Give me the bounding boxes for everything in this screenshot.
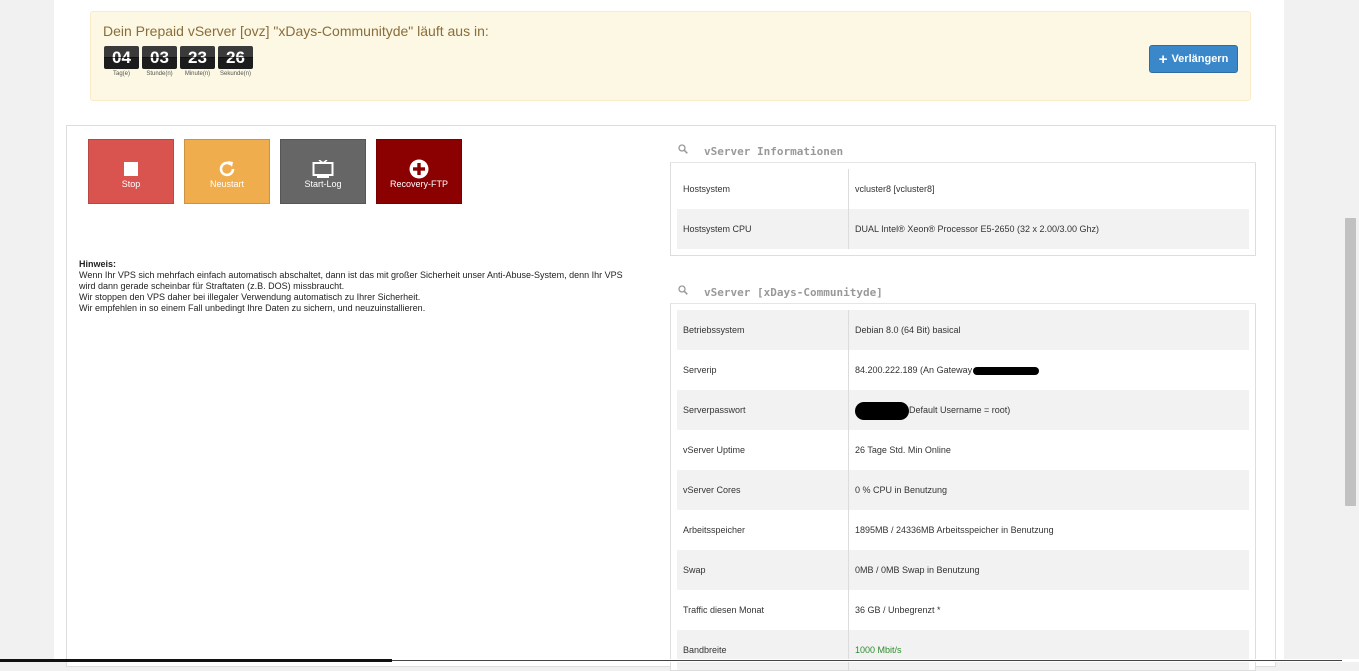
- vserver-section-title: vServer [xDays-Communityde]: [704, 286, 883, 299]
- table-row: Bandbreite 1000 Mbit/s: [677, 630, 1249, 670]
- row-value: vcluster8 [vcluster8]: [855, 184, 935, 194]
- stop-button-label: Stop: [121, 179, 141, 189]
- table-row: Traffic diesen Monat 36 GB / Unbegrenzt …: [677, 590, 1249, 630]
- row-value: Default Username = root): [855, 390, 1010, 430]
- row-value: 1000 Mbit/s: [855, 645, 902, 655]
- hint-text: Hinweis: Wenn Ihr VPS sich mehrfach einf…: [79, 259, 669, 314]
- row-key: Traffic diesen Monat: [683, 605, 765, 615]
- row-key: Hostsystem: [683, 184, 731, 194]
- expiry-alert-title: Dein Prepaid vServer [ovz] "xDays-Commun…: [103, 23, 489, 39]
- info-table: Hostsystem vcluster8 [vcluster8] Hostsys…: [670, 163, 1256, 256]
- redacted-password: [855, 401, 909, 420]
- expiry-alert: Dein Prepaid vServer [ovz] "xDays-Commun…: [90, 11, 1251, 101]
- search-icon: [678, 285, 688, 295]
- stop-button[interactable]: Stop: [88, 139, 174, 204]
- countdown-minutes-value: 23: [180, 46, 215, 69]
- start-log-button[interactable]: Start-Log: [280, 139, 366, 204]
- row-key: vServer Cores: [683, 485, 741, 495]
- hint-line: Wir stoppen den VPS daher bei illegaler …: [79, 292, 421, 302]
- countdown-minutes-label: Minute(n): [184, 71, 211, 77]
- redacted-gateway: [973, 366, 1040, 375]
- row-key: Hostsystem CPU: [683, 224, 752, 234]
- row-value: 1895MB / 24336MB Arbeitsspeicher in Benu…: [855, 525, 1054, 535]
- countdown-seconds-label: Sekunde(n): [219, 71, 252, 77]
- countdown-days-value: 04: [104, 46, 139, 69]
- countdown-hours: 03 Stunde(n): [142, 46, 177, 77]
- password-hint-text: Default Username = root): [909, 405, 1011, 415]
- row-value: 26 Tage Std. Min Online: [855, 445, 951, 455]
- table-row: Arbeitsspeicher 1895MB / 24336MB Arbeits…: [677, 510, 1249, 550]
- extend-button[interactable]: + Verlängern: [1149, 45, 1238, 73]
- info-section-title: vServer Informationen: [704, 145, 844, 158]
- countdown-days-label: Tag(e): [112, 71, 130, 77]
- row-key: Swap: [683, 565, 706, 575]
- recovery-ftp-button[interactable]: Recovery-FTP: [376, 139, 462, 204]
- recovery-ftp-button-label: Recovery-FTP: [389, 179, 448, 189]
- countdown-hours-value: 03: [142, 46, 177, 69]
- restart-button[interactable]: Neustart: [184, 139, 270, 204]
- table-row: Betriebssystem Debian 8.0 (64 Bit) basic…: [677, 310, 1249, 350]
- table-row: Serverpasswort Default Username = root): [677, 390, 1249, 430]
- restart-button-label: Neustart: [209, 179, 244, 189]
- countdown-days: 04 Tag(e): [104, 46, 139, 77]
- row-key: Betriebssystem: [683, 325, 745, 335]
- table-row: vServer Cores 0 % CPU in Benutzung: [677, 470, 1249, 510]
- row-value: 0 % CPU in Benutzung: [855, 485, 948, 495]
- row-key: Serverpasswort: [683, 405, 746, 415]
- server-ip-text: 84.200.222.189 (An Gateway: [855, 365, 973, 375]
- row-value: 84.200.222.189 (An Gateway: [855, 350, 1040, 390]
- vserver-table: Betriebssystem Debian 8.0 (64 Bit) basic…: [670, 304, 1256, 671]
- vserver-section-header: vServer [xDays-Communityde]: [670, 281, 1256, 304]
- row-value: 36 GB / Unbegrenzt *: [855, 605, 941, 615]
- plus-icon: +: [1158, 50, 1168, 68]
- extend-button-label: Verlängern: [1171, 53, 1229, 65]
- countdown-hours-label: Stunde(n): [146, 71, 173, 77]
- row-value: 0MB / 0MB Swap in Benutzung: [855, 565, 980, 575]
- table-row: vServer Uptime 26 Tage Std. Min Online: [677, 430, 1249, 470]
- countdown-minutes: 23 Minute(n): [180, 46, 215, 77]
- hint-line: Wir empfehlen in so einem Fall unbedingt…: [79, 303, 426, 313]
- scrollbar-thumb[interactable]: [1345, 218, 1356, 506]
- countdown: 04 Tag(e) 03 Stunde(n) 23 Minute(n) 26 S…: [104, 46, 253, 77]
- info-section-header: vServer Informationen: [670, 140, 1256, 163]
- row-value: Debian 8.0 (64 Bit) basical: [855, 325, 961, 335]
- row-key: vServer Uptime: [683, 445, 746, 455]
- hint-line: Wenn Ihr VPS sich mehrfach einfach autom…: [79, 270, 623, 280]
- table-row: Swap 0MB / 0MB Swap in Benutzung: [677, 550, 1249, 590]
- table-row: Serverip 84.200.222.189 (An Gateway: [677, 350, 1249, 390]
- row-key: Bandbreite: [683, 645, 727, 655]
- row-key: Arbeitsspeicher: [683, 525, 746, 535]
- countdown-seconds-value: 26: [218, 46, 253, 69]
- hint-title: Hinweis:: [79, 259, 117, 269]
- table-row: Hostsystem vcluster8 [vcluster8]: [677, 169, 1249, 209]
- start-log-button-label: Start-Log: [304, 179, 342, 189]
- search-icon: [678, 144, 688, 154]
- countdown-seconds: 26 Sekunde(n): [218, 46, 253, 77]
- table-row: Hostsystem CPU DUAL Intel® Xeon® Process…: [677, 209, 1249, 249]
- row-value: DUAL Intel® Xeon® Processor E5-2650 (32 …: [855, 224, 1100, 234]
- hint-line: wird dann gerade scheinbar für Straftate…: [79, 281, 345, 291]
- row-key: Serverip: [683, 365, 717, 375]
